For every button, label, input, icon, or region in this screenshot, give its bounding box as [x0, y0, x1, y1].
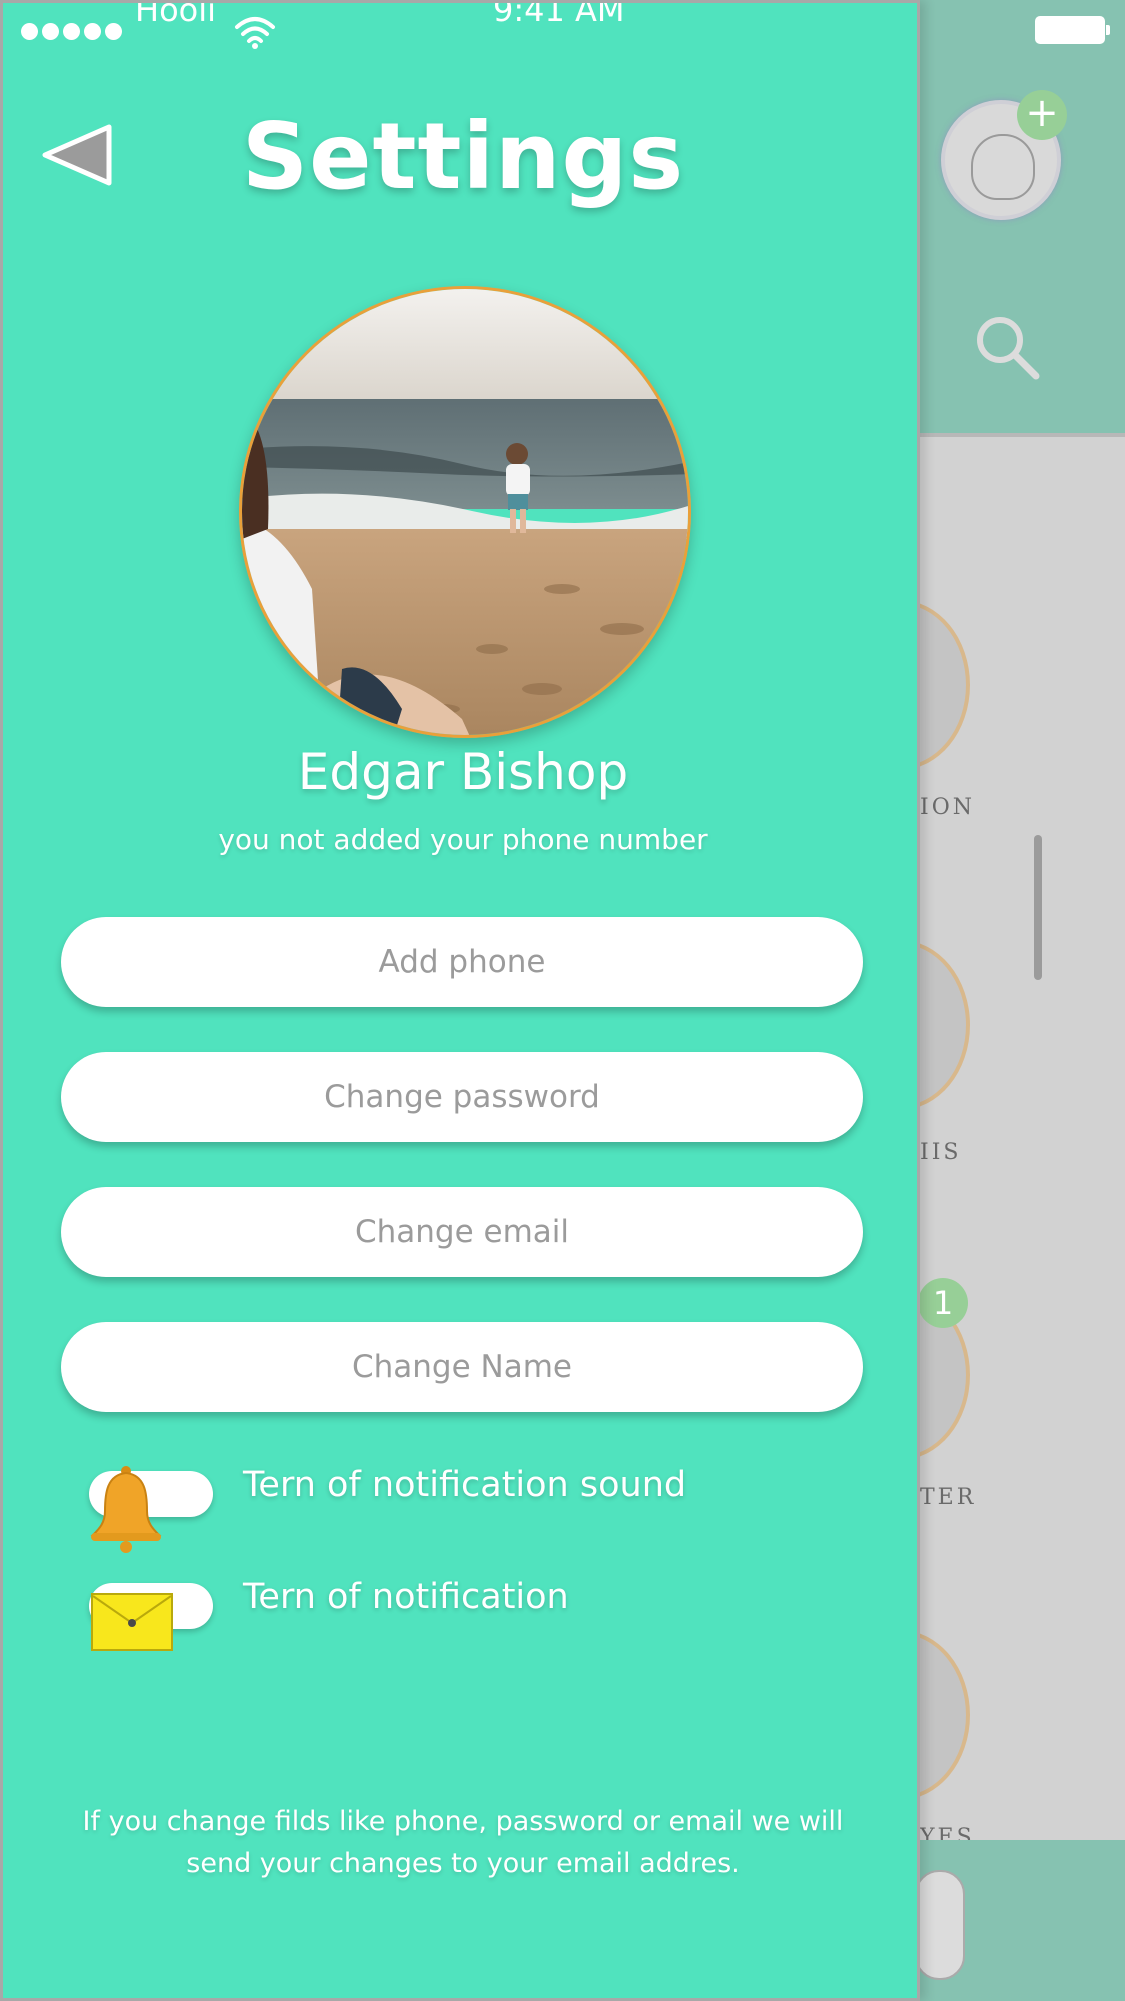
footer-note: If you change filds like phone, password…	[82, 1806, 844, 1879]
background-list-item-label: TER	[920, 1485, 977, 1510]
unread-badge: 1	[918, 1278, 968, 1328]
notification-toggle[interactable]	[89, 1583, 213, 1651]
lock-icon	[915, 1870, 965, 1980]
carrier-name: Hooli	[135, 0, 216, 29]
add-avatar-icon: +	[1017, 90, 1067, 140]
notification-sound-toggle[interactable]	[89, 1466, 213, 1553]
envelope-icon	[91, 1593, 173, 1651]
notification-sound-label: Tern of notification sound	[243, 1465, 687, 1505]
avatar-placeholder-icon	[971, 134, 1035, 200]
wifi-icon	[235, 17, 275, 49]
user-name: Edgar Bishop	[297, 743, 629, 801]
bell-icon	[90, 1466, 162, 1553]
profile-photo	[242, 289, 688, 735]
background-list-item-label: IIS	[920, 1140, 962, 1165]
add-phone-button[interactable]: Add phone	[61, 917, 863, 1007]
settings-panel: Hooli 9:41 AM Settings Edgar Bishop you …	[0, 0, 920, 2001]
battery-icon	[1035, 16, 1110, 44]
notification-toggle-row: Tern of notification	[59, 1563, 899, 1651]
change-email-button[interactable]: Change email	[61, 1187, 863, 1277]
page-title: Settings	[241, 103, 685, 210]
status-bar: Hooli 9:41 AM	[3, 0, 917, 53]
background-list-item-label: ION	[920, 795, 975, 820]
notification-label: Tern of notification	[243, 1577, 569, 1617]
status-time: 9:41 AM	[493, 0, 625, 29]
notification-sound-toggle-row: Tern of notification sound	[59, 1451, 899, 1553]
background-scrollbar	[1034, 835, 1042, 980]
change-password-button[interactable]: Change password	[61, 1052, 863, 1142]
change-name-button[interactable]: Change Name	[61, 1322, 863, 1412]
search-icon	[977, 317, 1040, 380]
avatar[interactable]	[239, 286, 691, 738]
signal-strength-icon	[21, 23, 122, 40]
phone-status-note: you not added your phone number	[218, 823, 708, 856]
